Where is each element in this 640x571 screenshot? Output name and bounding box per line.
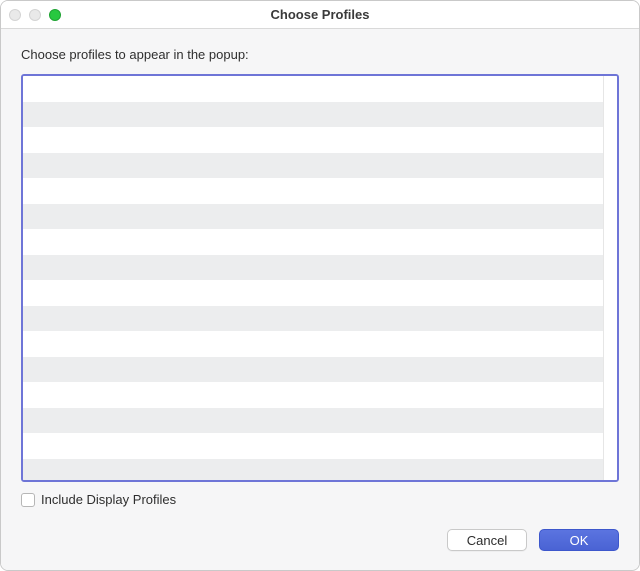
instruction-text: Choose profiles to appear in the popup: [21,47,619,62]
dialog-content: Choose profiles to appear in the popup: [1,29,639,570]
ok-button[interactable]: OK [539,529,619,551]
list-item[interactable] [23,408,603,434]
list-item[interactable] [23,178,603,204]
close-icon[interactable] [9,9,21,21]
list-item[interactable] [23,229,603,255]
list-item[interactable] [23,280,603,306]
profiles-list-body [23,76,603,480]
minimize-icon[interactable] [29,9,41,21]
list-item[interactable] [23,153,603,179]
scrollbar-vertical[interactable] [603,76,617,480]
window-controls [9,9,61,21]
list-item[interactable] [23,331,603,357]
list-item[interactable] [23,204,603,230]
titlebar: Choose Profiles [1,1,639,29]
list-item[interactable] [23,127,603,153]
list-item[interactable] [23,433,603,459]
list-item[interactable] [23,382,603,408]
include-display-checkbox[interactable] [21,493,35,507]
zoom-icon[interactable] [49,9,61,21]
cancel-button[interactable]: Cancel [447,529,527,551]
list-item[interactable] [23,76,603,102]
list-item[interactable] [23,357,603,383]
window-title: Choose Profiles [1,7,639,22]
include-display-label: Include Display Profiles [41,492,176,507]
include-display-row: Include Display Profiles [21,492,619,507]
dialog-window: Choose Profiles Choose profiles to appea… [0,0,640,571]
list-item[interactable] [23,255,603,281]
dialog-buttons: Cancel OK [21,529,619,551]
list-item[interactable] [23,459,603,483]
list-item[interactable] [23,306,603,332]
list-item[interactable] [23,102,603,128]
profiles-listbox[interactable] [21,74,619,482]
